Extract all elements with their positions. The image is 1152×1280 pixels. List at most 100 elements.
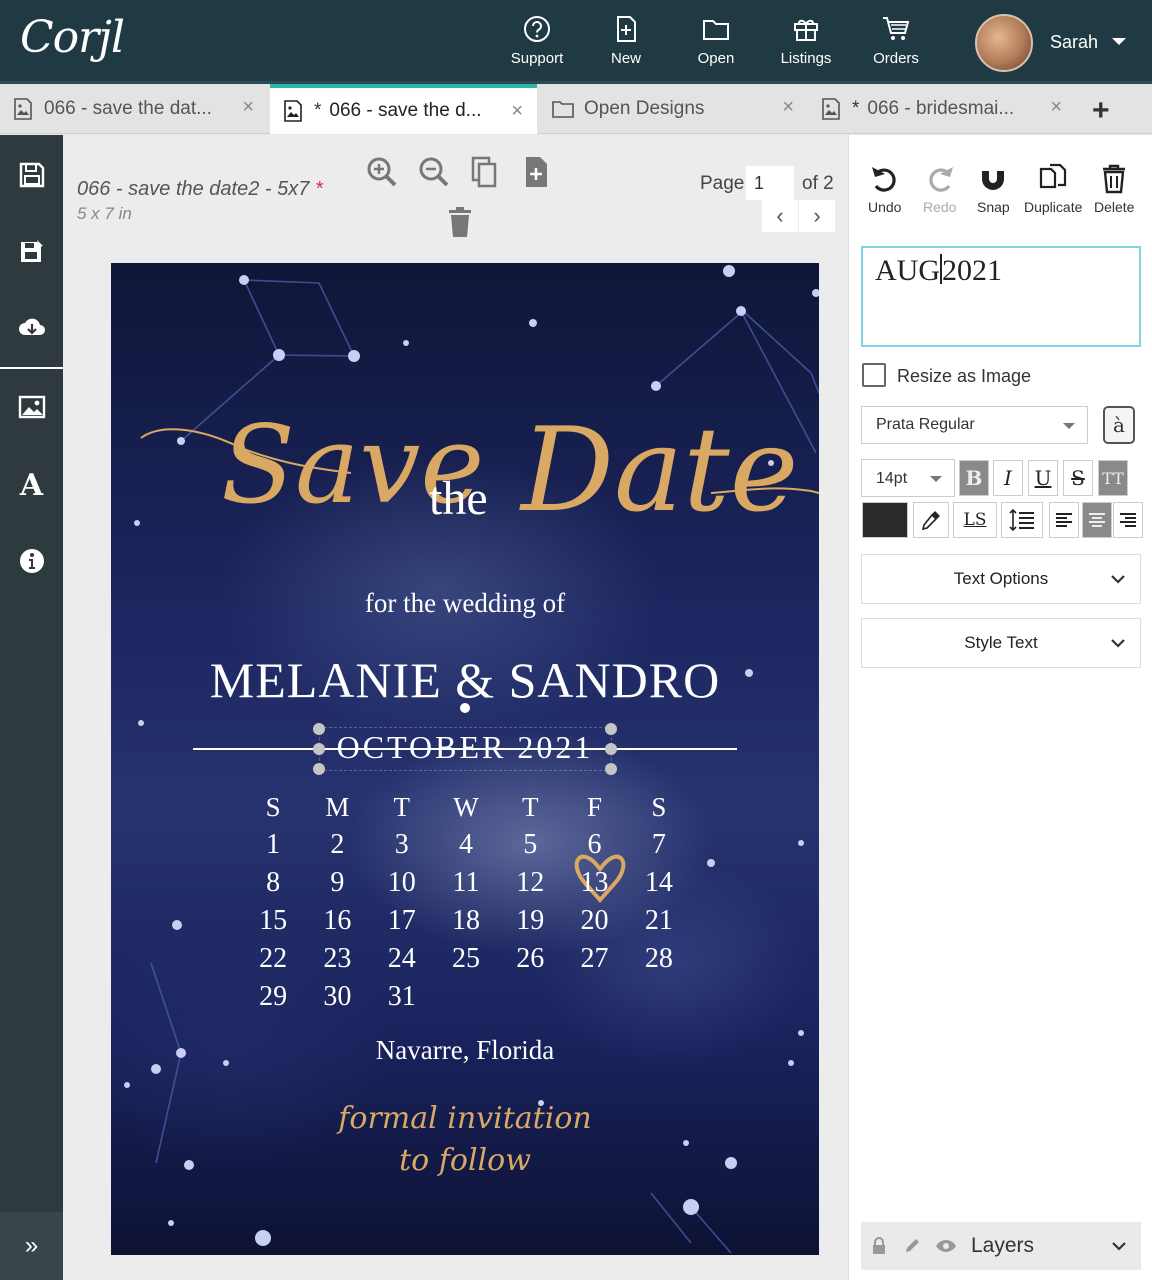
undo-icon (871, 167, 896, 192)
underline-button[interactable]: U (1028, 460, 1058, 496)
nav-support[interactable]: Support (497, 14, 577, 67)
nav-open[interactable]: Open (676, 14, 756, 67)
expand-sidebar-icon[interactable]: » (0, 1212, 63, 1280)
close-icon[interactable]: × (511, 100, 523, 123)
calendar-day: 10 (387, 867, 416, 898)
align-left-button[interactable] (1049, 502, 1079, 538)
word-the[interactable]: the (429, 471, 488, 526)
snap-label: Snap (977, 199, 1010, 215)
calendar-week: 22 23 24 25 26 27 28 (241, 940, 691, 978)
tab-doc-3[interactable]: * 066 - bridesmai... × (808, 84, 1076, 134)
italic-button[interactable]: I (993, 460, 1023, 496)
nav-orders[interactable]: Orders (856, 14, 936, 67)
couple-names[interactable]: MELANIE & SANDRO (111, 651, 819, 709)
align-center-icon (1089, 513, 1105, 527)
next-page-button[interactable]: › (799, 200, 835, 232)
align-center-button[interactable] (1082, 502, 1112, 538)
close-icon[interactable]: × (782, 96, 794, 119)
snap-button[interactable]: Snap (977, 163, 1010, 215)
avatar[interactable] (975, 14, 1033, 72)
corjl-logo[interactable]: Corjl (20, 12, 125, 63)
unsaved-indicator: * (314, 178, 323, 200)
location[interactable]: Navarre, Florida (111, 1035, 819, 1066)
images-button[interactable] (0, 377, 63, 437)
font-family-select[interactable]: Prata Regular (861, 406, 1088, 444)
delete-button[interactable]: Delete (1094, 163, 1134, 215)
tab-open-designs[interactable]: Open Designs × (540, 84, 808, 134)
calendar-week: 15 16 17 18 19 20 21 (241, 902, 691, 940)
chevron-down-icon (1111, 575, 1125, 584)
font-size-select[interactable]: 14pt (861, 459, 955, 497)
undo-label: Undo (868, 199, 902, 215)
calendar-day: 4 (458, 829, 473, 860)
zoom-in-icon[interactable] (365, 155, 399, 189)
duplicate-label: Duplicate (1024, 199, 1083, 215)
nav-new[interactable]: New (586, 14, 666, 67)
calendar-day: 15 (259, 905, 288, 936)
calendar-day: 18 (451, 905, 480, 936)
text-options-dropdown[interactable]: Text Options (861, 554, 1141, 604)
align-right-icon (1120, 513, 1136, 527)
copy-page-icon[interactable] (468, 155, 502, 189)
zoom-out-icon[interactable] (417, 155, 451, 189)
tab-bar: 066 - save the dat... × * 066 - save the… (0, 84, 1152, 134)
calendar-day: 17 (387, 905, 416, 936)
calendar-month[interactable]: OCTOBER 2021 (111, 729, 819, 766)
resize-as-image-checkbox[interactable] (862, 363, 886, 387)
footer-line-1[interactable]: formal invitation (111, 1101, 819, 1136)
eyedropper-button[interactable] (913, 502, 949, 538)
save-as-button[interactable] (0, 221, 63, 281)
add-page-icon[interactable] (520, 155, 554, 189)
layers-panel-toggle[interactable]: Layers (861, 1222, 1141, 1270)
calendar-day: 26 (516, 943, 545, 974)
weekday-label: W (453, 791, 479, 822)
nav-listings[interactable]: Listings (766, 14, 846, 67)
resize-as-image-label[interactable]: Resize as Image (897, 366, 1031, 387)
all-caps-button[interactable]: TT (1098, 460, 1128, 496)
close-icon[interactable]: × (1050, 96, 1062, 119)
sidebar-divider (0, 367, 63, 369)
duplicate-button[interactable]: Duplicate (1024, 163, 1082, 215)
text-color-swatch[interactable] (862, 502, 908, 538)
undo-button[interactable]: Undo (868, 163, 901, 215)
tab-doc-1[interactable]: 066 - save the dat... × (0, 84, 268, 134)
user-menu-caret-icon[interactable] (1112, 38, 1126, 45)
align-right-button[interactable] (1113, 502, 1143, 538)
strikethrough-button[interactable]: S (1063, 460, 1093, 496)
user-name[interactable]: Sarah (1050, 32, 1098, 53)
line-height-button[interactable] (1001, 502, 1043, 538)
redo-button[interactable]: Redo (923, 163, 956, 215)
script-date[interactable]: Date (521, 403, 798, 538)
rotate-handle[interactable] (460, 703, 470, 713)
lock-icon[interactable] (871, 1237, 887, 1255)
glyphs-button[interactable]: à (1103, 406, 1135, 444)
download-button[interactable] (0, 297, 63, 357)
page-number-input[interactable] (746, 166, 794, 200)
text-icon[interactable]: A (0, 455, 63, 515)
text-content-editor[interactable]: AUG2021 (861, 246, 1141, 347)
weekday-label: S (651, 791, 667, 822)
save-button[interactable] (0, 145, 63, 205)
close-icon[interactable]: × (242, 96, 254, 119)
calendar-day: 14 (644, 867, 673, 898)
calendar-day: 27 (580, 943, 609, 974)
delete-page-icon[interactable] (443, 206, 477, 240)
folder-icon (552, 101, 574, 118)
calendar-grid[interactable]: S M T W T F S 1 2 3 4 5 6 7 8 9 10 11 12… (241, 788, 691, 1016)
cart-icon (883, 17, 910, 40)
pencil-icon[interactable] (903, 1237, 921, 1255)
bold-button[interactable]: B (959, 460, 989, 496)
weekday-label: M (325, 791, 350, 822)
tab-label: Open Designs (584, 98, 705, 119)
subtitle[interactable]: for the wedding of (111, 588, 819, 619)
add-tab-button[interactable]: + (1092, 94, 1110, 128)
letter-spacing-button[interactable]: LS (953, 502, 997, 538)
design-canvas[interactable]: Save the Date for the wedding of MELANIE… (111, 263, 819, 1255)
info-button[interactable] (0, 531, 63, 591)
tab-doc-2[interactable]: * 066 - save the d... × (270, 84, 537, 134)
eye-icon[interactable] (935, 1238, 957, 1254)
prev-page-button[interactable]: ‹ (762, 200, 798, 232)
footer-line-2[interactable]: to follow (111, 1143, 819, 1178)
style-text-dropdown[interactable]: Style Text (861, 618, 1141, 668)
unsaved-indicator: * (852, 98, 860, 119)
